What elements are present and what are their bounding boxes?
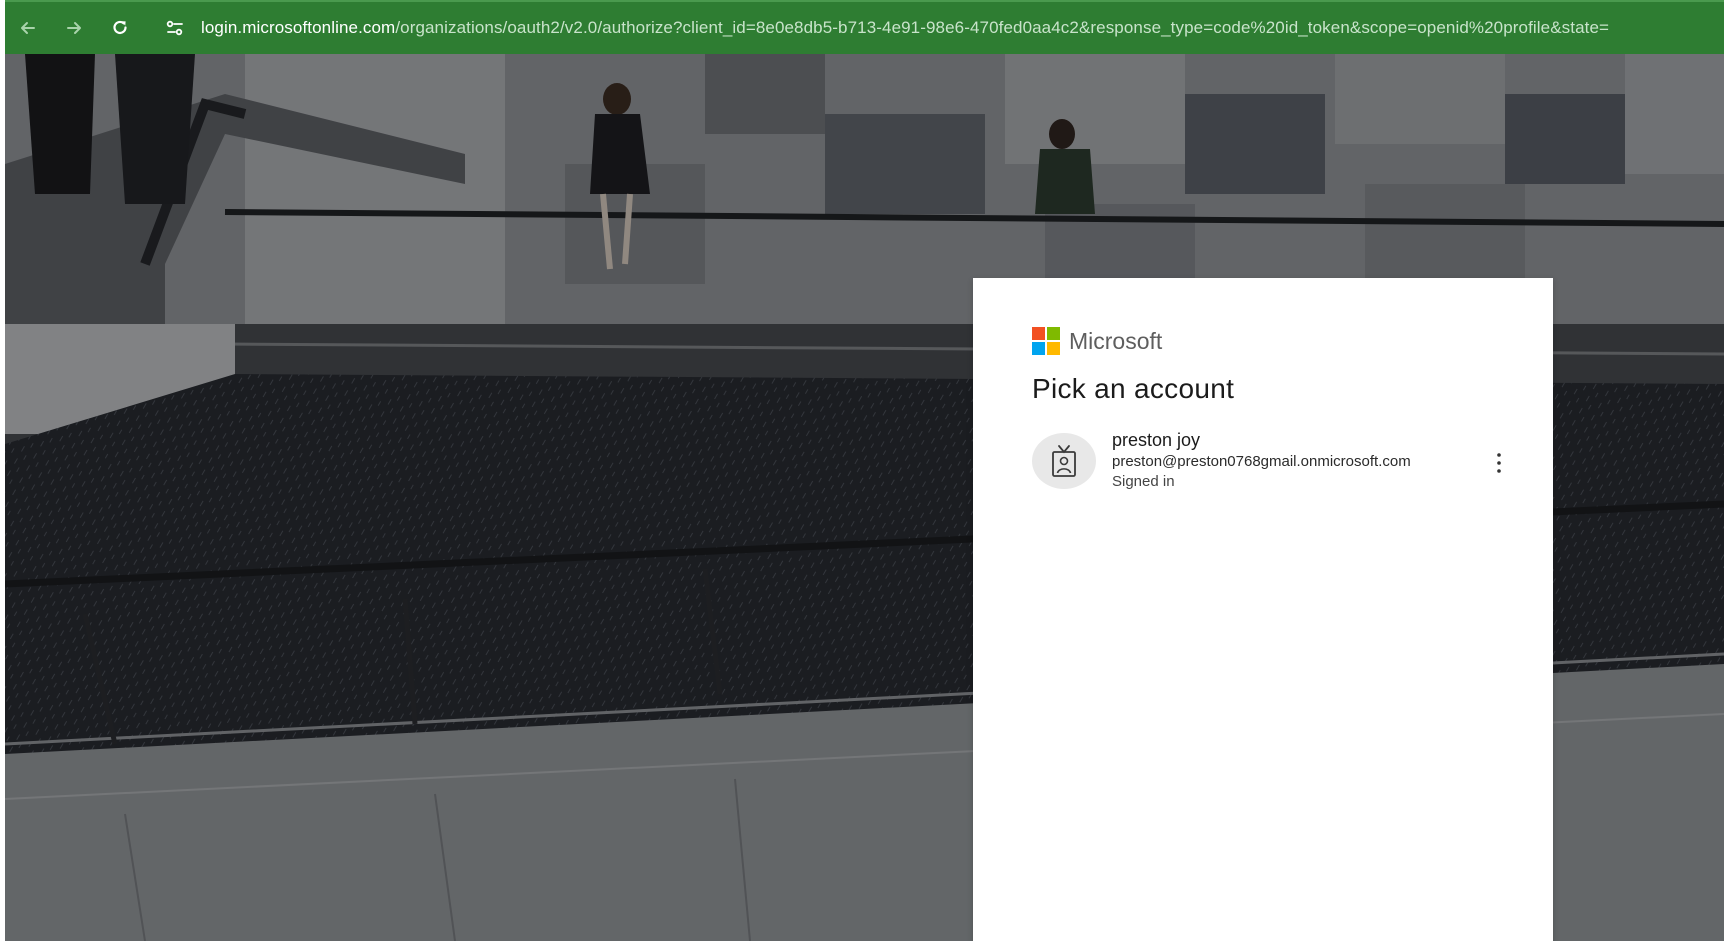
tune-icon: [166, 20, 183, 36]
address-bar[interactable]: login.microsoftonline.com/organizations/…: [201, 18, 1724, 38]
account-options-button[interactable]: [1489, 448, 1509, 478]
account-name: preston joy: [1112, 430, 1201, 450]
url-path: /organizations/oauth2/v2.0/authorize?cli…: [395, 18, 1610, 37]
browser-window: login.microsoftonline.com/organizations/…: [5, 0, 1724, 941]
account-status: Signed in: [1112, 473, 1175, 490]
microsoft-brand: Microsoft: [1032, 327, 1162, 356]
reload-icon: [113, 20, 127, 35]
signin-card: Microsoft Pick an account preston joy pr…: [973, 278, 1553, 941]
back-button[interactable]: [5, 5, 51, 51]
account-email: preston@preston0768gmail.onmicrosoft.com: [1112, 453, 1411, 470]
more-vertical-icon: [1497, 453, 1501, 473]
background-photo: Microsoft Pick an account preston joy pr…: [5, 54, 1724, 941]
avatar: [1032, 433, 1096, 489]
brand-name: Microsoft: [1069, 328, 1163, 354]
badge-person-icon: [1052, 445, 1076, 477]
account-tile[interactable]: preston joy preston@preston0768gmail.onm…: [1029, 428, 1505, 498]
url-host: login.microsoftonline.com: [201, 18, 396, 37]
microsoft-logo-icon: [1032, 327, 1061, 356]
forward-button[interactable]: [51, 5, 97, 51]
browser-toolbar: login.microsoftonline.com/organizations/…: [5, 0, 1724, 54]
arrow-right-icon: [67, 22, 81, 34]
site-info-button[interactable]: [155, 8, 195, 48]
page-title: Pick an account: [1032, 373, 1235, 404]
arrow-left-icon: [21, 22, 35, 34]
reload-button[interactable]: [97, 5, 143, 51]
